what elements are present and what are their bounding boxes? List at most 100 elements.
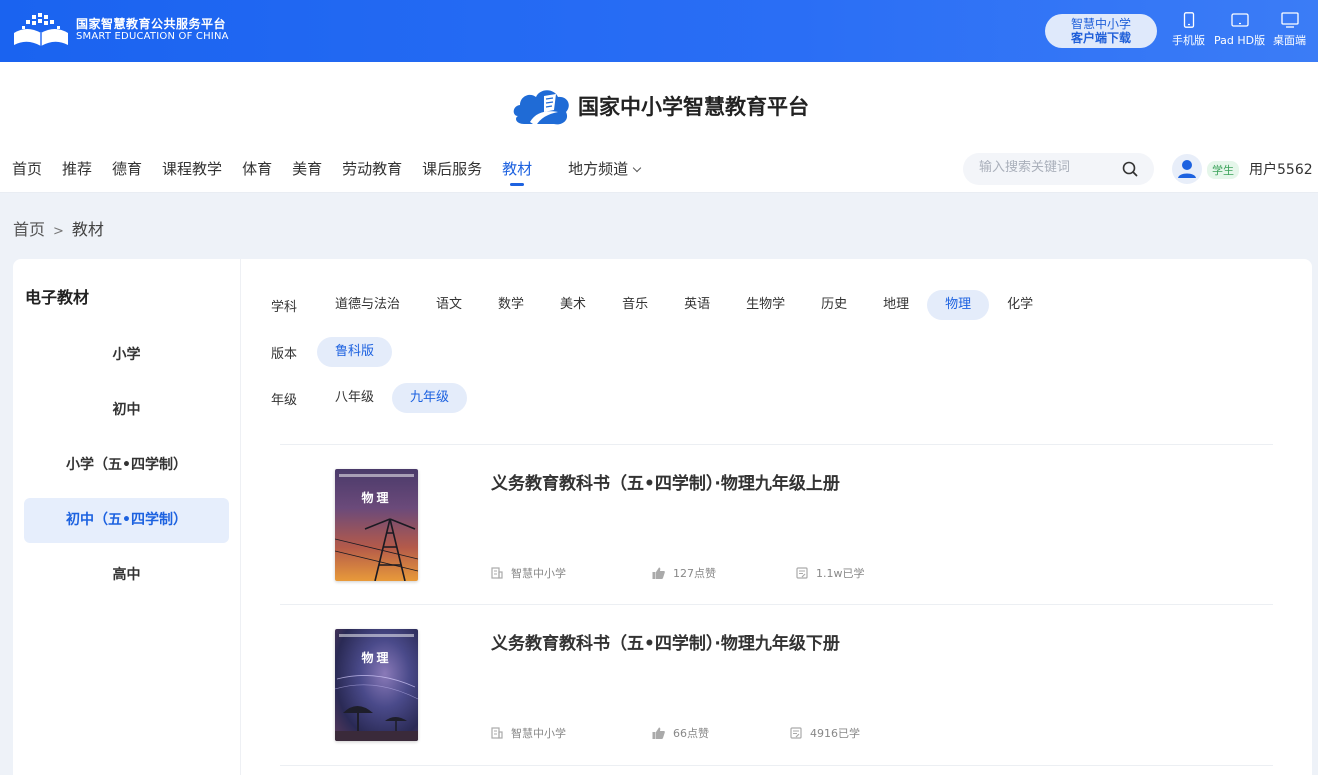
logo-cn-text: 国家智慧教育公共服务平台 bbox=[76, 16, 227, 31]
chip-subject[interactable]: 数学 bbox=[480, 290, 542, 320]
book-card[interactable]: 物理 义务教育教科书（五•四学制）·物理九年级下册 智慧中小学 66点赞 491… bbox=[280, 605, 1273, 765]
main-nav: 首页 推荐 德育 课程教学 体育 美育 劳动教育 课后服务 教材 地方频道 bbox=[12, 158, 660, 184]
nav-home[interactable]: 首页 bbox=[12, 158, 42, 184]
thumbs-up-icon bbox=[652, 727, 665, 739]
sidebar-item-primary[interactable]: 小学 bbox=[24, 333, 229, 378]
book-learners: 1.1w已学 bbox=[796, 565, 865, 581]
breadcrumb: 首页 > 教材 bbox=[13, 216, 104, 240]
cover-stripe bbox=[339, 634, 414, 637]
building-icon bbox=[491, 727, 503, 739]
chip-subject-active[interactable]: 物理 bbox=[927, 290, 990, 320]
chip-subject[interactable]: 历史 bbox=[803, 290, 865, 320]
top-bar: 国家智慧教育公共服务平台 SMART EDUCATION OF CHINA 智慧… bbox=[0, 0, 1318, 62]
sidebar-item-primary-54[interactable]: 小学（五•四学制） bbox=[24, 443, 229, 488]
device-tablet-label: Pad HD版 bbox=[1214, 34, 1266, 47]
book-card[interactable]: 物理 义务教育教科书（五•四学制）·物理九年级上册 智慧中小学 127点赞 1.… bbox=[280, 445, 1273, 605]
nav-textbooks[interactable]: 教材 bbox=[502, 158, 532, 184]
platform-logo[interactable]: 国家智慧教育公共服务平台 SMART EDUCATION OF CHINA bbox=[12, 11, 229, 49]
content-panel: 电子教材 小学 初中 小学（五•四学制） 初中（五•四学制） 高中 学科 道德与… bbox=[13, 259, 1312, 775]
likes-text: 127点赞 bbox=[673, 567, 716, 580]
chip-edition-active[interactable]: 鲁科版 bbox=[317, 337, 393, 367]
power-tower-image bbox=[335, 518, 418, 581]
book-title[interactable]: 义务教育教科书（五•四学制）·物理九年级上册 bbox=[491, 469, 840, 494]
chip-subject[interactable]: 地理 bbox=[865, 290, 927, 320]
nav-moral[interactable]: 德育 bbox=[112, 158, 142, 184]
brand-logo-icon bbox=[513, 90, 569, 126]
edition-filter-row: 版本 鲁科版 bbox=[271, 337, 393, 367]
breadcrumb-separator: > bbox=[53, 224, 64, 239]
brand-title: 国家中小学智慧教育平台 bbox=[578, 94, 809, 119]
desktop-icon bbox=[1280, 12, 1299, 28]
sidebar-title: 电子教材 bbox=[25, 288, 90, 307]
tablet-icon bbox=[1230, 13, 1249, 27]
search-icon[interactable] bbox=[1122, 161, 1138, 177]
search-input[interactable] bbox=[979, 160, 1119, 175]
learners-text: 4916已学 bbox=[810, 727, 860, 740]
nav-recommend[interactable]: 推荐 bbox=[62, 158, 92, 184]
book-title[interactable]: 义务教育教科书（五•四学制）·物理九年级下册 bbox=[491, 629, 840, 654]
brand[interactable]: 国家中小学智慧教育平台 bbox=[510, 82, 809, 130]
chip-subject[interactable]: 语文 bbox=[418, 290, 480, 320]
cover-title: 物理 bbox=[361, 491, 392, 505]
nav-afterschool[interactable]: 课后服务 bbox=[422, 158, 482, 184]
nav-local-label: 地方频道 bbox=[568, 160, 629, 178]
device-desktop[interactable]: 桌面端 bbox=[1273, 12, 1306, 48]
username[interactable]: 用户5562 bbox=[1249, 159, 1313, 179]
thumbs-up-icon bbox=[652, 567, 665, 579]
device-tablet[interactable]: Pad HD版 bbox=[1214, 12, 1265, 48]
book-likes: 127点赞 bbox=[652, 565, 716, 581]
role-badge: 学生 bbox=[1207, 161, 1239, 179]
nav-sports[interactable]: 体育 bbox=[242, 158, 272, 184]
likes-text: 66点赞 bbox=[673, 727, 709, 740]
book-cover[interactable]: 物理 bbox=[335, 629, 418, 741]
grade-filter-row: 年级 八年级 九年级 bbox=[271, 383, 468, 413]
chip-grade-active[interactable]: 九年级 bbox=[392, 383, 468, 413]
sidebar-item-junior-54[interactable]: 初中（五•四学制） bbox=[24, 498, 229, 543]
publisher-text: 智慧中小学 bbox=[511, 567, 566, 580]
client-download-button[interactable]: 智慧中小学 客户端下载 bbox=[1045, 14, 1157, 48]
phone-icon bbox=[1183, 12, 1194, 28]
nav-arts[interactable]: 美育 bbox=[292, 158, 322, 184]
publisher-text: 智慧中小学 bbox=[511, 727, 566, 740]
logo-en-text: SMART EDUCATION OF CHINA bbox=[76, 31, 229, 43]
subject-label: 学科 bbox=[271, 299, 298, 315]
chip-subject[interactable]: 化学 bbox=[989, 290, 1051, 320]
device-desktop-label: 桌面端 bbox=[1273, 34, 1306, 47]
device-phone-label: 手机版 bbox=[1172, 34, 1205, 47]
study-record-icon bbox=[796, 567, 808, 579]
download-line1: 智慧中小学 bbox=[1070, 17, 1131, 31]
nav-courses[interactable]: 课程教学 bbox=[162, 158, 222, 184]
nav-local-channel[interactable]: 地方频道 bbox=[568, 158, 642, 184]
breadcrumb-home[interactable]: 首页 bbox=[13, 220, 45, 239]
chip-subject[interactable]: 道德与法治 bbox=[317, 290, 418, 320]
chevron-down-icon bbox=[632, 163, 642, 173]
breadcrumb-current: 教材 bbox=[71, 220, 104, 239]
download-line2: 客户端下载 bbox=[1070, 31, 1131, 45]
book-cover[interactable]: 物理 bbox=[335, 469, 418, 581]
grade-label: 年级 bbox=[271, 392, 298, 408]
book-likes: 66点赞 bbox=[652, 725, 709, 741]
user-icon bbox=[1178, 160, 1196, 178]
cover-title: 物理 bbox=[361, 651, 392, 665]
chip-subject[interactable]: 生物学 bbox=[728, 290, 803, 320]
radio-telescope-image bbox=[335, 675, 418, 741]
site-header: 国家中小学智慧教育平台 首页 推荐 德育 课程教学 体育 美育 劳动教育 课后服… bbox=[0, 62, 1318, 193]
search-box bbox=[963, 153, 1154, 185]
sidebar-item-junior[interactable]: 初中 bbox=[24, 388, 229, 433]
sidebar-item-senior[interactable]: 高中 bbox=[24, 553, 229, 598]
book-publisher: 智慧中小学 bbox=[491, 565, 566, 581]
sidebar: 电子教材 小学 初中 小学（五•四学制） 初中（五•四学制） 高中 bbox=[13, 259, 241, 775]
chip-subject[interactable]: 音乐 bbox=[604, 290, 666, 320]
building-icon bbox=[491, 567, 503, 579]
chip-subject[interactable]: 美术 bbox=[542, 290, 604, 320]
divider bbox=[280, 765, 1273, 766]
book-publisher: 智慧中小学 bbox=[491, 725, 566, 741]
device-phone[interactable]: 手机版 bbox=[1172, 12, 1205, 48]
avatar[interactable] bbox=[1172, 154, 1202, 184]
chip-subject[interactable]: 英语 bbox=[666, 290, 728, 320]
learners-text: 1.1w已学 bbox=[816, 567, 865, 580]
logo-icon bbox=[14, 13, 68, 46]
chip-grade[interactable]: 八年级 bbox=[317, 383, 392, 413]
cover-stripe bbox=[339, 474, 414, 477]
nav-labor[interactable]: 劳动教育 bbox=[342, 158, 402, 184]
